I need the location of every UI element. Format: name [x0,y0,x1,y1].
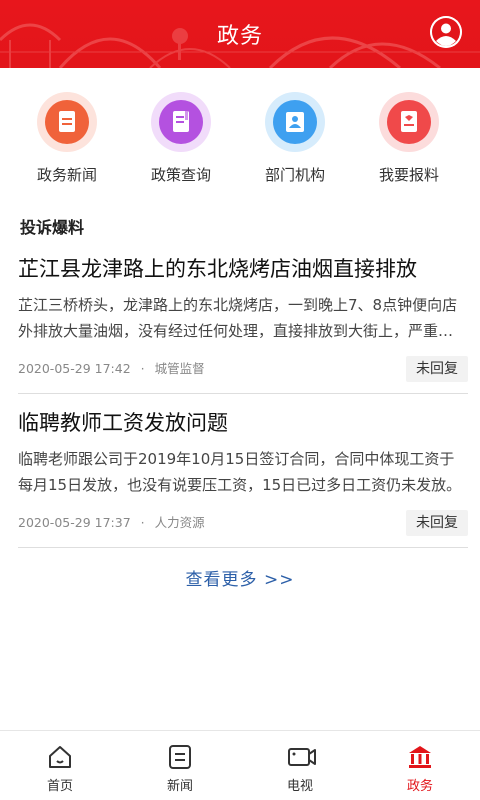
tab-tv[interactable]: 电视 [240,731,360,800]
tv-camera-icon [288,748,316,766]
page-title: 政务 [216,24,263,49]
departments-icon-wrap [265,92,325,152]
tab-label: 新闻 [166,779,193,794]
home-icon [49,746,71,768]
view-more-link[interactable]: 查看更多 >> [0,565,480,590]
tab-label: 政务 [406,779,433,794]
quick-links: 政务新闻 政策查询 部门机构 我要报料 [0,92,480,192]
item-summary: 芷江三桥桥头，龙津路上的东北烧烤店，一到晚上7、8点钟便向店外排放大量油烟，没有… [18,296,468,340]
tab-news[interactable]: 新闻 [120,731,240,800]
divider [18,547,468,548]
item-summary: 临聘老师跟公司于2019年10月15日签订合同，合同中体现工资于每月15日发放，… [18,450,462,494]
item-time: 2020-05-29 17:42 [18,361,131,376]
government-building-icon [409,746,431,768]
tab-government[interactable]: 政务 [360,731,480,800]
report-card-icon [401,111,417,132]
news-document-icon [59,111,75,132]
tab-label: 电视 [286,779,313,794]
item-meta: 2020-05-29 17:42 · 城管监督 未回复 [18,356,468,382]
quick-link-gov-news[interactable]: 政务新闻 [12,92,122,185]
status-badge: 未回复 [406,510,468,536]
department-badge-icon [286,112,304,132]
tab-home[interactable]: 首页 [0,731,120,800]
meta-separator: · [140,515,145,530]
gov-news-icon-wrap [37,92,97,152]
report-icon-wrap [379,92,439,152]
app-header: 政务 [0,0,480,68]
quick-link-label: 政策查询 [150,166,211,184]
quick-link-policy[interactable]: 政策查询 [126,92,236,185]
meta-separator: · [140,361,145,376]
section-title-complaints: 投诉爆料 [20,218,85,237]
item-time: 2020-05-29 17:37 [18,515,131,530]
quick-link-label: 政务新闻 [36,166,97,184]
item-category: 人力资源 [154,515,205,530]
user-icon [430,16,462,48]
quick-link-label: 我要报料 [378,166,439,184]
user-avatar-button[interactable] [430,16,462,48]
divider [18,393,468,394]
item-category: 城管监督 [154,361,205,376]
complaint-list-item[interactable]: 临聘教师工资发放问题 临聘老师跟公司于2019年10月15日签订合同，合同中体现… [18,408,468,536]
status-badge: 未回复 [406,356,468,382]
policy-book-icon [173,111,189,132]
quick-link-label: 部门机构 [264,166,325,184]
quick-link-departments[interactable]: 部门机构 [240,92,350,185]
bottom-tab-bar: 首页 新闻 电视 政务 [0,730,480,800]
policy-icon-wrap [151,92,211,152]
news-icon [169,745,191,769]
complaint-list-item[interactable]: 芷江县龙津路上的东北烧烤店油烟直接排放 芷江三桥桥头，龙津路上的东北烧烤店，一到… [18,254,468,382]
quick-link-report[interactable]: 我要报料 [354,92,464,185]
item-meta: 2020-05-29 17:37 · 人力资源 未回复 [18,510,468,536]
tab-label: 首页 [46,779,73,794]
item-title: 临聘教师工资发放问题 [18,411,228,435]
item-title: 芷江县龙津路上的东北烧烤店油烟直接排放 [18,257,417,281]
